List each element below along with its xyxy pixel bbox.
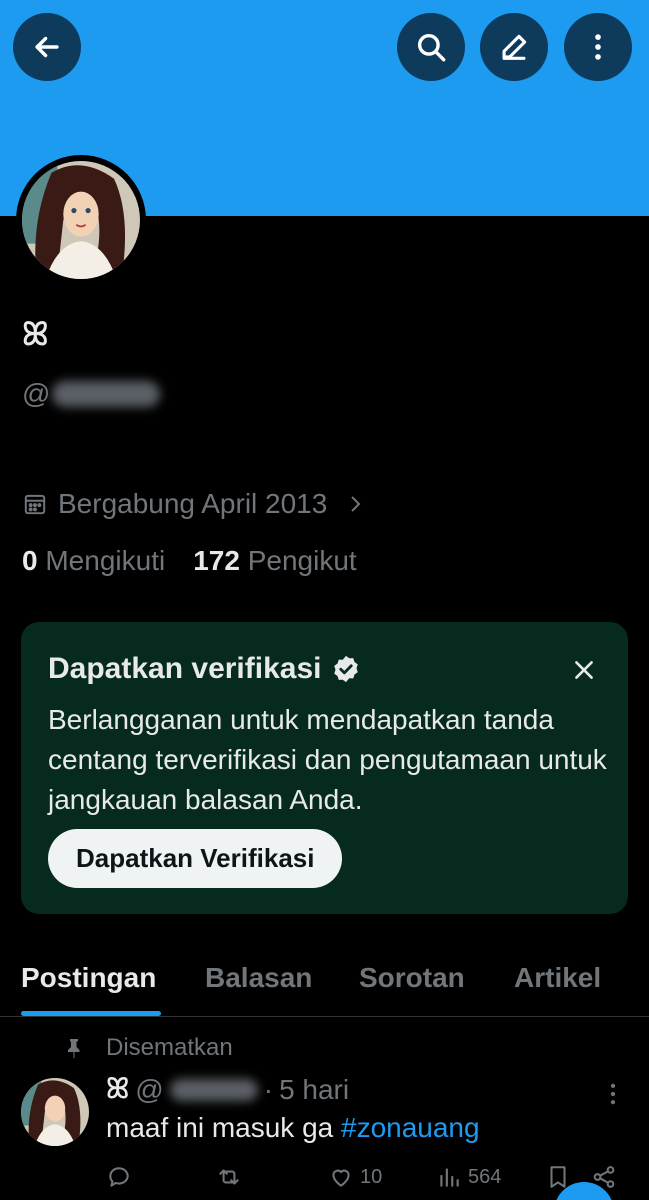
tab-sorotan[interactable]: Sorotan	[359, 962, 465, 994]
post-handle-prefix: @	[135, 1073, 164, 1105]
follow-stats: 0 Mengikuti 172 Pengikut	[22, 545, 357, 577]
get-verified-button[interactable]: Dapatkan Verifikasi	[48, 829, 343, 888]
followers-link[interactable]: 172 Pengikut	[193, 545, 356, 577]
post-header: ꕤ @ · 5 hari	[106, 1073, 349, 1106]
pencil-icon	[502, 34, 527, 60]
arrow-left-icon	[35, 36, 59, 58]
verification-promo-card: Dapatkan verifikasi Berlangganan untuk m…	[21, 622, 628, 914]
following-link[interactable]: 0 Mengikuti	[22, 545, 165, 577]
promo-close-button[interactable]	[566, 652, 602, 688]
more-vertical-icon	[595, 34, 601, 60]
avatar-image	[22, 161, 140, 279]
views-button[interactable]: 564	[436, 1160, 501, 1194]
promo-title: Dapatkan verifikasi	[48, 652, 322, 685]
promo-description: Berlangganan untuk mendapatkan tanda cen…	[48, 704, 607, 815]
join-date-text: Bergabung April 2013	[58, 488, 328, 519]
promo-title-row: Dapatkan verifikasi	[48, 652, 361, 686]
edit-button[interactable]	[480, 13, 548, 81]
reply-icon	[109, 1167, 129, 1187]
hashtag-link[interactable]: #zonauang	[341, 1112, 480, 1143]
post-author-avatar[interactable]	[21, 1078, 89, 1146]
pinned-label: Disematkan	[106, 1034, 233, 1061]
repost-button[interactable]	[216, 1160, 242, 1194]
post-more-button[interactable]	[599, 1080, 627, 1108]
like-count: 10	[360, 1165, 383, 1188]
tab-postingan[interactable]: Postingan	[21, 962, 156, 994]
calendar-icon	[24, 494, 46, 515]
more-options-button[interactable]	[564, 13, 632, 81]
profile-avatar[interactable]	[16, 155, 146, 285]
avatar-image	[21, 1078, 89, 1146]
verified-badge-icon	[334, 655, 359, 683]
followers-label: Pengikut	[247, 545, 357, 576]
post-text-body: maaf ini masuk ga	[106, 1112, 341, 1143]
pin-icon	[68, 1039, 80, 1058]
join-date-row[interactable]: Bergabung April 2013	[22, 488, 367, 520]
display-name: ꕤ	[22, 316, 49, 352]
search-button[interactable]	[397, 13, 465, 81]
back-button[interactable]	[13, 13, 81, 81]
active-tab-indicator	[21, 1011, 161, 1016]
pinned-label-row: Disematkan	[62, 1034, 233, 1062]
post-author-name[interactable]: ꕤ	[106, 1073, 129, 1106]
post-text: maaf ini masuk ga #zonauang	[106, 1112, 480, 1144]
tab-balasan[interactable]: Balasan	[205, 962, 312, 994]
close-icon	[575, 661, 593, 679]
handle-redacted	[52, 381, 161, 407]
tab-artikel[interactable]: Artikel	[514, 962, 601, 994]
repost-icon	[219, 1169, 239, 1185]
post-separator: ·	[263, 1073, 274, 1105]
profile-tabs: Postingan Balasan Sorotan Artikel	[0, 940, 649, 1017]
post-time[interactable]: 5 hari	[279, 1074, 349, 1106]
following-count: 0	[22, 545, 38, 576]
like-button[interactable]: 10	[328, 1160, 382, 1194]
post-handle-redacted	[169, 1078, 258, 1101]
followers-count: 172	[193, 545, 240, 576]
more-vertical-icon	[610, 1083, 616, 1105]
chevron-right-icon	[351, 496, 361, 512]
following-label: Mengikuti	[45, 545, 166, 576]
reply-button[interactable]	[106, 1160, 132, 1194]
views-chart-icon	[440, 1168, 459, 1187]
view-count: 564	[468, 1165, 502, 1188]
search-icon	[417, 33, 446, 62]
handle-prefix: @	[22, 378, 51, 409]
heart-icon	[332, 1169, 350, 1187]
username-handle: @	[22, 378, 161, 410]
